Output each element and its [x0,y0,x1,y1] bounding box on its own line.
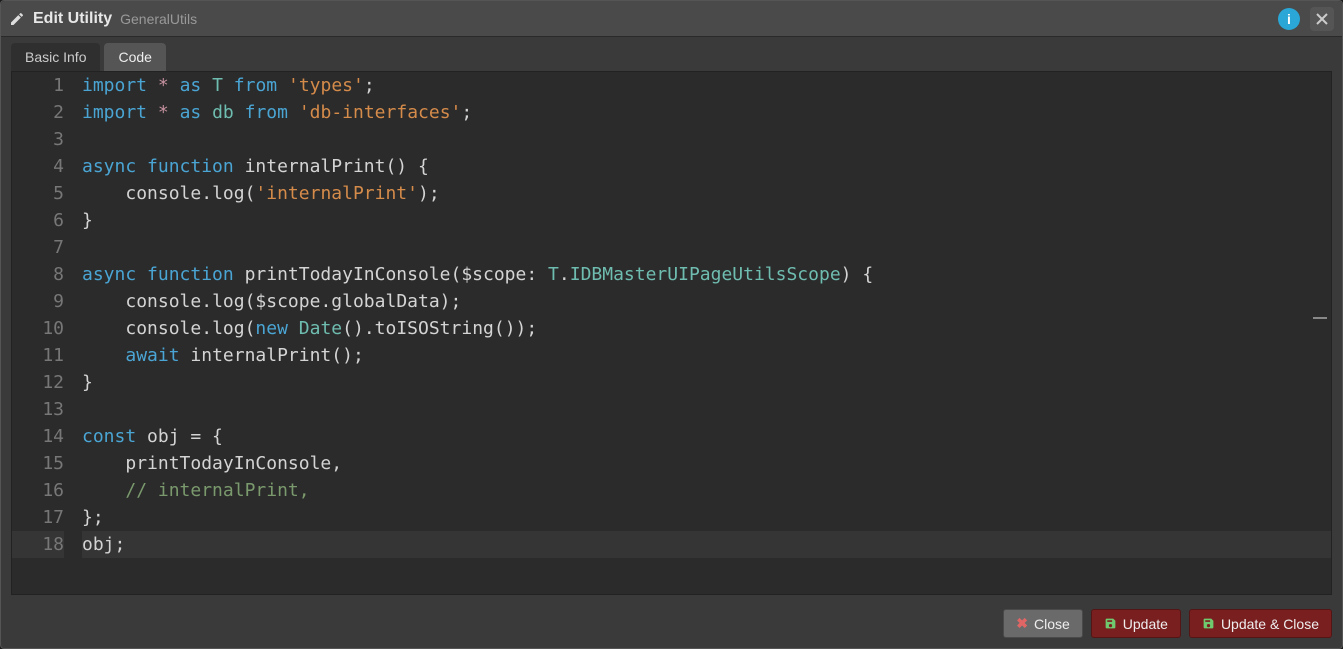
update-close-button[interactable]: Update & Close [1189,609,1332,638]
code-line[interactable]: }; [82,504,1331,531]
line-number: 16 [12,477,64,504]
line-number: 1 [12,72,64,99]
line-number: 4 [12,153,64,180]
line-number: 12 [12,369,64,396]
code-line[interactable] [82,396,1331,423]
line-number: 15 [12,450,64,477]
dialog-title: Edit Utility [33,10,112,28]
code-line[interactable]: // internalPrint, [82,477,1331,504]
line-number: 9 [12,288,64,315]
code-line[interactable]: console.log($scope.globalData); [82,288,1331,315]
code-line[interactable]: await internalPrint(); [82,342,1331,369]
line-number: 13 [12,396,64,423]
code-line[interactable]: } [82,369,1331,396]
dialog-footer: ✖ Close Update Update & Close [1,601,1342,648]
code-line[interactable]: async function internalPrint() { [82,153,1331,180]
code-line[interactable]: obj; [82,531,1331,558]
line-number: 6 [12,207,64,234]
line-number: 17 [12,504,64,531]
update-button-label: Update [1123,616,1168,632]
minimap-indicator [1313,317,1327,319]
code-line[interactable]: console.log(new Date().toISOString()); [82,315,1331,342]
edit-utility-dialog: Edit Utility GeneralUtils i Basic Info C… [0,0,1343,649]
line-number: 14 [12,423,64,450]
tab-bar: Basic Info Code [1,37,1342,71]
info-button[interactable]: i [1278,8,1300,30]
x-icon: ✖ [1016,615,1028,632]
dialog-subtitle: GeneralUtils [120,11,197,27]
close-button[interactable]: ✖ Close [1003,609,1083,638]
line-number: 3 [12,126,64,153]
line-number: 7 [12,234,64,261]
line-number: 10 [12,315,64,342]
code-line[interactable] [82,126,1331,153]
line-number: 18 [12,531,64,558]
code-line[interactable]: import * as T from 'types'; [82,72,1331,99]
line-number: 2 [12,99,64,126]
code-line[interactable]: } [82,207,1331,234]
line-number: 11 [12,342,64,369]
line-number: 8 [12,261,64,288]
code-line[interactable]: import * as db from 'db-interfaces'; [82,99,1331,126]
update-close-button-label: Update & Close [1221,616,1319,632]
close-button-label: Close [1034,616,1070,632]
line-number: 5 [12,180,64,207]
tab-code[interactable]: Code [104,43,165,71]
dialog-titlebar: Edit Utility GeneralUtils i [1,1,1342,37]
save-icon [1104,617,1117,630]
save-icon [1202,617,1215,630]
line-number-gutter: 123456789101112131415161718 [12,72,82,594]
pencil-icon [9,11,25,27]
close-icon [1316,13,1328,25]
code-line[interactable]: console.log('internalPrint'); [82,180,1331,207]
code-line[interactable]: printTodayInConsole, [82,450,1331,477]
tab-basic-info[interactable]: Basic Info [11,43,100,71]
code-line[interactable]: async function printTodayInConsole($scop… [82,261,1331,288]
dialog-close-button[interactable] [1310,7,1334,31]
code-content[interactable]: import * as T from 'types';import * as d… [82,72,1331,594]
code-line[interactable] [82,234,1331,261]
code-line[interactable]: const obj = { [82,423,1331,450]
update-button[interactable]: Update [1091,609,1181,638]
code-editor[interactable]: 123456789101112131415161718 import * as … [11,71,1332,595]
